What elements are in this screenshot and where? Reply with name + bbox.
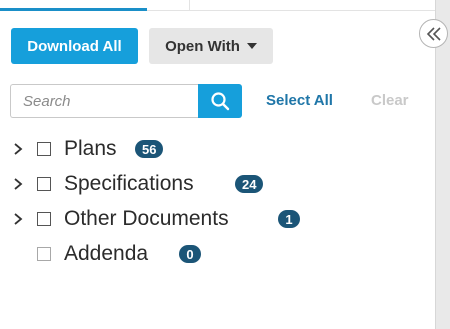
caret-down-icon <box>246 43 257 49</box>
count-badge: 56 <box>135 140 164 158</box>
download-all-button[interactable]: Download All <box>11 28 138 64</box>
chevron-right-icon[interactable] <box>12 178 24 190</box>
open-with-button[interactable]: Open With <box>149 28 273 64</box>
tree-item-checkbox[interactable] <box>37 177 51 191</box>
tab-active-indicator[interactable] <box>0 0 147 11</box>
count-badge: 1 <box>278 210 300 228</box>
side-panel-strip <box>435 0 450 329</box>
tree-item-label: Other Documents <box>64 207 229 230</box>
search-bar <box>10 84 242 118</box>
tree-item-label: Plans <box>64 137 117 160</box>
tree-item-label: Specifications <box>64 172 194 195</box>
chevron-right-icon[interactable] <box>12 213 24 225</box>
download-all-label: Download All <box>27 37 122 55</box>
clear-link[interactable]: Clear <box>371 92 409 109</box>
collapse-panel-button[interactable] <box>419 19 448 48</box>
count-badge: 24 <box>235 175 264 193</box>
tree-item-checkbox[interactable] <box>37 247 51 261</box>
search-button[interactable] <box>198 84 242 118</box>
open-with-label: Open With <box>165 37 240 55</box>
chevron-right-icon[interactable] <box>12 143 24 155</box>
tree-item-checkbox[interactable] <box>37 142 51 156</box>
count-badge: 0 <box>179 245 201 263</box>
double-chevron-left-icon <box>426 26 441 41</box>
select-all-link[interactable]: Select All <box>266 92 333 109</box>
tab-strip <box>0 0 435 11</box>
search-input[interactable] <box>10 84 198 118</box>
search-icon <box>211 92 230 111</box>
tree-item-label: Addenda <box>64 242 149 265</box>
tree-item-checkbox[interactable] <box>37 212 51 226</box>
tab-divider <box>189 0 190 10</box>
